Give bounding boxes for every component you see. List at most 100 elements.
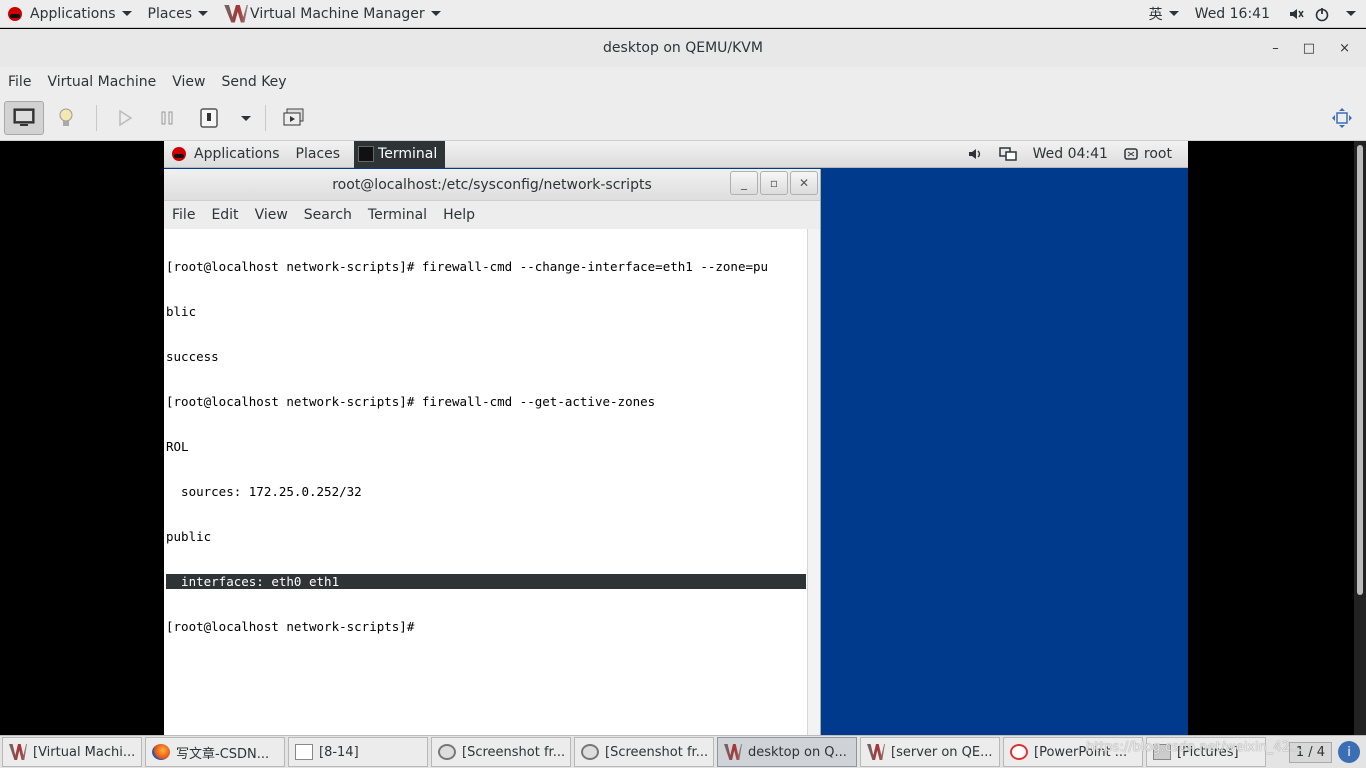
scrollbar-thumb[interactable] — [1357, 145, 1363, 595]
monitor-icon — [13, 108, 35, 126]
applications-label: Applications — [30, 5, 116, 22]
terminal-line: public — [166, 529, 212, 544]
app-menu[interactable]: Virtual Machine Manager — [216, 0, 449, 28]
toolbar-separator — [96, 105, 97, 131]
run-button[interactable] — [105, 101, 145, 135]
terminal-scrollbar[interactable] — [807, 229, 820, 735]
terminal-prompt: [root@localhost network-scripts]# — [166, 619, 415, 634]
terminal-menu-search[interactable]: Search — [296, 207, 360, 223]
screenshot-icon — [581, 744, 599, 760]
task-desktop-qemu[interactable]: desktop on Q... — [717, 737, 857, 767]
terminal-minimize-button[interactable]: _ — [730, 171, 758, 195]
snapshots-button[interactable] — [274, 101, 314, 135]
terminal-line: [root@localhost network-scripts]# firewa… — [166, 259, 769, 274]
guest-user-menu[interactable]: root — [1124, 146, 1172, 162]
guest-active-app-label: Terminal — [378, 146, 438, 162]
terminal-close-button[interactable]: ✕ — [790, 171, 818, 195]
chevron-down-icon — [1346, 11, 1356, 16]
terminal-output[interactable]: [root@localhost network-scripts]# firewa… — [166, 229, 806, 733]
clock-label: Wed 16:41 — [1194, 5, 1270, 22]
guest-top-panel: Applications Places Terminal Wed 04:41 r… — [164, 140, 1188, 168]
chevron-down-icon — [430, 11, 441, 16]
chevron-down-icon — [121, 11, 132, 16]
terminal-titlebar[interactable]: root@localhost:/etc/sysconfig/network-sc… — [164, 169, 820, 201]
task-label: 写文章-CSDN... — [176, 746, 270, 762]
terminal-line: blic — [166, 304, 197, 319]
shutdown-dropdown[interactable] — [231, 101, 255, 135]
guest-clock[interactable]: Wed 04:41 — [1033, 146, 1108, 162]
terminal-menu-help[interactable]: Help — [435, 207, 483, 223]
window-title: desktop on QEMU/KVM — [603, 40, 763, 56]
guest-display[interactable]: Applications Places Terminal Wed 04:41 r… — [164, 140, 1188, 735]
shutdown-button[interactable] — [189, 101, 229, 135]
chevron-down-icon — [1168, 11, 1179, 16]
document-icon — [295, 744, 313, 760]
window-titlebar[interactable]: desktop on QEMU/KVM – □ × — [0, 29, 1366, 67]
pause-button[interactable] — [147, 101, 187, 135]
task-csdn-firefox[interactable]: 写文章-CSDN... — [145, 737, 285, 767]
power-icon — [1315, 7, 1329, 21]
firefox-icon — [152, 744, 170, 760]
snapshot-icon — [283, 108, 304, 126]
volume-icon[interactable] — [967, 146, 983, 162]
network-icon[interactable] — [998, 146, 1017, 162]
terminal-maximize-button[interactable]: ▫ — [760, 171, 788, 195]
chevron-down-icon — [241, 115, 251, 121]
fullscreen-icon — [1332, 108, 1352, 128]
system-menu[interactable] — [1278, 6, 1366, 22]
lightbulb-icon — [59, 108, 73, 126]
task-screenshot-1[interactable]: [Screenshot fr... — [431, 737, 571, 767]
applications-menu[interactable]: Applications — [0, 0, 140, 28]
terminal-icon — [358, 146, 375, 162]
menu-send-key[interactable]: Send Key — [213, 74, 294, 90]
vmm-icon — [224, 4, 249, 23]
watermark: https://blog.csdn.net/weixin_42... — [1086, 740, 1303, 755]
powerpoint-icon — [1010, 744, 1028, 760]
task-screenshot-2[interactable]: [Screenshot fr... — [574, 737, 714, 767]
toolbar-separator — [265, 105, 266, 131]
task-label: [8-14] — [319, 744, 359, 760]
shutdown-icon — [200, 108, 218, 128]
menu-file[interactable]: File — [0, 74, 39, 90]
close-button[interactable]: × — [1339, 41, 1350, 56]
guest-applications-label: Applications — [194, 146, 280, 162]
terminal-title: root@localhost:/etc/sysconfig/network-sc… — [332, 176, 652, 193]
menu-virtual-machine[interactable]: Virtual Machine — [39, 74, 164, 90]
task-virtual-machine-manager[interactable]: [Virtual Machi... — [2, 737, 142, 767]
vmm-icon — [9, 744, 27, 760]
terminal-menu-terminal[interactable]: Terminal — [360, 207, 435, 223]
fullscreen-button[interactable] — [1322, 101, 1362, 135]
minimize-button[interactable]: – — [1272, 41, 1279, 56]
terminal-menu-edit[interactable]: Edit — [203, 207, 246, 223]
menu-view[interactable]: View — [164, 74, 213, 90]
pause-icon — [161, 111, 173, 125]
guest-terminal-app-menu[interactable]: Terminal — [354, 140, 446, 168]
app-name-label: Virtual Machine Manager — [250, 5, 425, 22]
terminal-line: sources: 172.25.0.252/32 — [166, 484, 362, 499]
screenshot-icon — [438, 744, 456, 760]
maximize-button[interactable]: □ — [1303, 41, 1315, 56]
task-label: [server on QE... — [891, 744, 993, 760]
places-menu[interactable]: Places — [140, 0, 217, 28]
task-label: [Virtual Machi... — [33, 744, 136, 760]
task-8-14[interactable]: [8-14] — [288, 737, 428, 767]
notification-icon[interactable]: i — [1338, 741, 1360, 763]
terminal-menu-view[interactable]: View — [247, 207, 296, 223]
clock[interactable]: Wed 16:41 — [1187, 0, 1278, 28]
task-label: [Screenshot fr... — [605, 744, 709, 760]
guest-places-label: Places — [295, 146, 341, 162]
places-label: Places — [147, 5, 193, 22]
window-toolbar — [0, 96, 1366, 141]
console-button[interactable] — [4, 101, 44, 135]
display-scrollbar[interactable] — [1354, 141, 1366, 735]
terminal-menu-file[interactable]: File — [164, 207, 203, 223]
guest-applications-menu[interactable]: Applications — [164, 141, 288, 168]
guest-places-menu[interactable]: Places — [288, 141, 349, 168]
play-icon — [119, 109, 133, 127]
terminal-window[interactable]: root@localhost:/etc/sysconfig/network-sc… — [164, 169, 821, 735]
vmm-icon — [867, 744, 885, 760]
details-button[interactable] — [46, 101, 86, 135]
task-server-qemu[interactable]: [server on QE... — [860, 737, 1000, 767]
vmm-icon — [724, 744, 742, 760]
input-method-menu[interactable]: 英 — [1141, 0, 1187, 28]
